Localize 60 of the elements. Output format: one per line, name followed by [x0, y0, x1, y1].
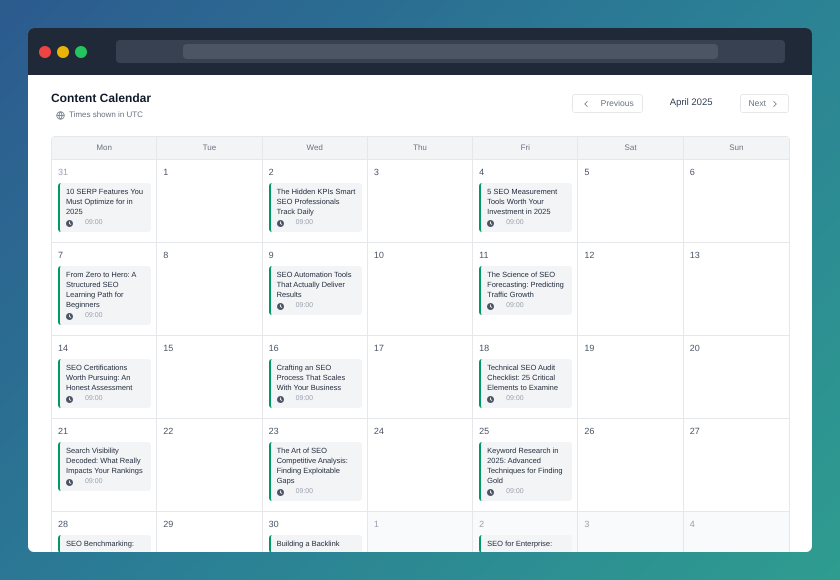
clock-icon — [66, 478, 73, 486]
next-button[interactable]: Next — [740, 94, 789, 113]
clock-icon — [66, 312, 73, 320]
day-number: 24 — [374, 425, 385, 437]
weekday-header: Mon — [52, 137, 158, 160]
day-number: 21 — [58, 425, 70, 437]
day-number: 22 — [163, 425, 174, 437]
day-number: 4 — [479, 166, 486, 178]
day-number: 13 — [690, 249, 701, 261]
day-number: 25 — [479, 425, 490, 437]
day-number: 30 — [268, 518, 280, 530]
clock-icon — [66, 220, 73, 226]
weekday-header: Sun — [684, 137, 789, 160]
clock-icon — [66, 396, 73, 402]
day-number: 11 — [479, 249, 490, 261]
day-number: 5 — [584, 166, 590, 178]
day-number: 7 — [58, 249, 64, 261]
clock-icon — [487, 302, 494, 310]
day-number: 8 — [163, 249, 170, 261]
clock-icon — [487, 396, 494, 402]
weekday-header: Sat — [578, 137, 684, 160]
day-number: 18 — [479, 342, 490, 354]
previous-button[interactable]: Previous — [572, 94, 643, 113]
clock-icon — [276, 396, 284, 402]
day-number: 3 — [374, 166, 380, 178]
day-number: 1 — [374, 518, 380, 530]
day-number: 2 — [479, 518, 486, 530]
day-number: 31 — [58, 166, 70, 178]
day-number: 2 — [268, 166, 275, 178]
month-label: April 2025 — [670, 96, 713, 110]
day-number: 12 — [584, 249, 596, 261]
day-number: 16 — [268, 342, 280, 354]
day-number: 1 — [163, 166, 170, 178]
day-number: 29 — [163, 518, 174, 530]
day-number: 9 — [268, 249, 275, 261]
clock-icon — [487, 488, 494, 496]
day-number: 27 — [690, 425, 701, 437]
weekday-header: Thu — [368, 137, 474, 160]
day-number: 10 — [374, 249, 385, 261]
timezone-note: Times shown in UTC — [69, 109, 143, 121]
day-number: 28 — [58, 518, 70, 530]
day-number: 17 — [374, 342, 385, 354]
day-number: 26 — [584, 425, 596, 437]
clock-icon — [487, 220, 494, 226]
day-number: 19 — [584, 342, 596, 354]
weekday-header: Wed — [262, 137, 368, 160]
globe-icon — [56, 110, 65, 120]
clock-icon — [276, 488, 284, 496]
day-number: 20 — [690, 342, 701, 354]
clock-icon — [276, 302, 284, 310]
day-number: 14 — [58, 342, 70, 354]
day-number: 3 — [584, 518, 590, 530]
clock-icon — [276, 220, 284, 226]
page-title: Content Calendar — [51, 90, 152, 106]
weekday-header: Fri — [473, 137, 578, 160]
day-number: 15 — [163, 342, 174, 354]
day-number: 4 — [690, 518, 696, 530]
weekday-header: Tue — [157, 137, 263, 160]
day-number: 6 — [690, 166, 696, 178]
day-number: 23 — [268, 425, 280, 437]
